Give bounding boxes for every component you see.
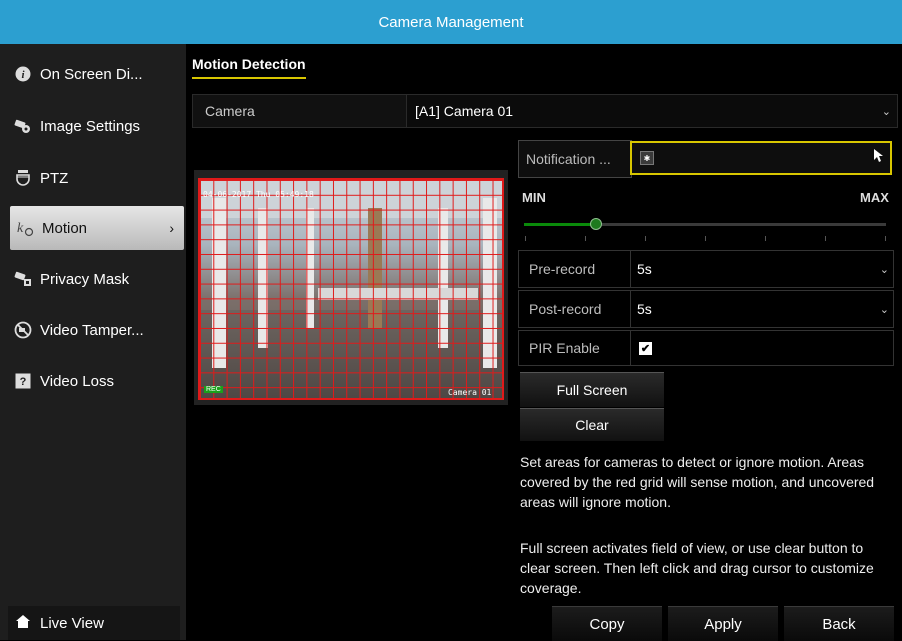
full-screen-button[interactable]: Full Screen bbox=[520, 372, 664, 407]
sidebar-item-label: Video Tamper... bbox=[40, 321, 144, 339]
info-icon: i bbox=[14, 65, 32, 83]
home-icon bbox=[16, 614, 30, 632]
sidebar-item-video-tamper[interactable]: Video Tamper... bbox=[8, 308, 186, 352]
pre-record-value: 5s bbox=[637, 261, 652, 277]
sidebar-item-ptz[interactable]: PTZ bbox=[8, 156, 186, 200]
rec-indicator: REC bbox=[204, 386, 223, 393]
sidebar-item-motion[interactable]: k Motion › bbox=[10, 206, 184, 250]
slider-tick bbox=[645, 236, 646, 241]
pir-enable-cell: ✔ bbox=[630, 330, 894, 366]
sidebar-item-label: Image Settings bbox=[40, 117, 141, 135]
notification-settings-field[interactable]: ✱ bbox=[630, 141, 892, 175]
pre-record-label: Pre-record bbox=[529, 261, 596, 277]
pir-enable-label-cell: PIR Enable bbox=[518, 330, 632, 366]
help-text-full-screen: Full screen activates field of view, or … bbox=[520, 540, 874, 596]
post-record-value: 5s bbox=[637, 301, 652, 317]
slider-tick bbox=[705, 236, 706, 241]
chevron-right-icon: › bbox=[169, 220, 174, 236]
chevron-down-icon: ⌄ bbox=[879, 303, 889, 316]
sensitivity-slider-fill bbox=[524, 223, 597, 226]
sidebar-item-label: Video Loss bbox=[40, 372, 114, 390]
chevron-down-icon: ⌄ bbox=[881, 105, 891, 118]
live-view-button[interactable]: Live View bbox=[8, 606, 180, 640]
pre-record-label-cell: Pre-record bbox=[518, 250, 632, 288]
camera-label-cell: Camera bbox=[192, 94, 408, 128]
video-loss-icon: ? bbox=[14, 372, 32, 390]
slider-tick bbox=[885, 236, 886, 241]
copy-button[interactable]: Copy bbox=[552, 606, 662, 641]
video-tamper-icon bbox=[14, 321, 32, 339]
live-view-label: Live View bbox=[40, 614, 104, 632]
osd-timestamp: 04-06-2017 Thu 05:49:18 bbox=[203, 190, 314, 199]
sensitivity-max-label: MAX bbox=[860, 190, 889, 205]
pre-record-select[interactable]: 5s ⌄ bbox=[630, 250, 894, 288]
sidebar-item-image-settings[interactable]: Image Settings bbox=[8, 104, 186, 148]
pir-enable-label: PIR Enable bbox=[529, 340, 600, 356]
notification-label-cell: Notification ... bbox=[518, 140, 632, 178]
sidebar-item-label: PTZ bbox=[40, 169, 69, 187]
slider-tick bbox=[525, 236, 526, 241]
camera-select[interactable]: [A1] Camera 01 ⌄ bbox=[406, 94, 898, 128]
window-title: Camera Management bbox=[0, 0, 902, 44]
sidebar-item-label: Motion bbox=[42, 219, 88, 237]
svg-text:?: ? bbox=[20, 376, 27, 388]
tab-motion-detection[interactable]: Motion Detection bbox=[192, 56, 306, 79]
slider-tick bbox=[765, 236, 766, 241]
privacy-mask-icon bbox=[14, 270, 32, 288]
pir-enable-checkbox[interactable]: ✔ bbox=[639, 341, 652, 355]
apply-button[interactable]: Apply bbox=[668, 606, 778, 641]
osd-camera-name: Camera 01 bbox=[448, 388, 492, 397]
sidebar-item-on-screen-display[interactable]: i On Screen Di... bbox=[8, 52, 186, 96]
motion-icon: k bbox=[16, 219, 34, 237]
slider-tick bbox=[585, 236, 586, 241]
sidebar-item-label: Privacy Mask bbox=[40, 270, 130, 288]
back-button[interactable]: Back bbox=[784, 606, 894, 641]
camera-select-value: [A1] Camera 01 bbox=[415, 103, 514, 119]
sidebar-item-video-loss[interactable]: ? Video Loss bbox=[8, 359, 186, 403]
mouse-cursor-icon bbox=[874, 149, 884, 166]
sidebar: i On Screen Di... Image Settings PTZ k M… bbox=[0, 44, 186, 640]
clear-button[interactable]: Clear bbox=[520, 408, 664, 441]
slider-tick bbox=[825, 236, 826, 241]
motion-detection-grid[interactable] bbox=[198, 178, 504, 400]
svg-text:k: k bbox=[17, 221, 24, 236]
sensitivity-min-label: MIN bbox=[522, 190, 546, 205]
sidebar-item-label: On Screen Di... bbox=[40, 65, 143, 83]
help-text-grid: Set areas for cameras to detect or ignor… bbox=[520, 454, 875, 510]
ptz-camera-icon bbox=[14, 169, 32, 187]
post-record-select[interactable]: 5s ⌄ bbox=[630, 290, 894, 328]
notification-label: Notification ... bbox=[526, 151, 611, 167]
image-settings-icon bbox=[14, 117, 32, 135]
gear-icon[interactable]: ✱ bbox=[640, 151, 654, 165]
sidebar-item-privacy-mask[interactable]: Privacy Mask bbox=[8, 257, 186, 301]
camera-label: Camera bbox=[205, 103, 255, 119]
chevron-down-icon: ⌄ bbox=[879, 263, 889, 276]
post-record-label: Post-record bbox=[529, 301, 602, 317]
post-record-label-cell: Post-record bbox=[518, 290, 632, 328]
sensitivity-slider-handle[interactable] bbox=[590, 218, 603, 230]
